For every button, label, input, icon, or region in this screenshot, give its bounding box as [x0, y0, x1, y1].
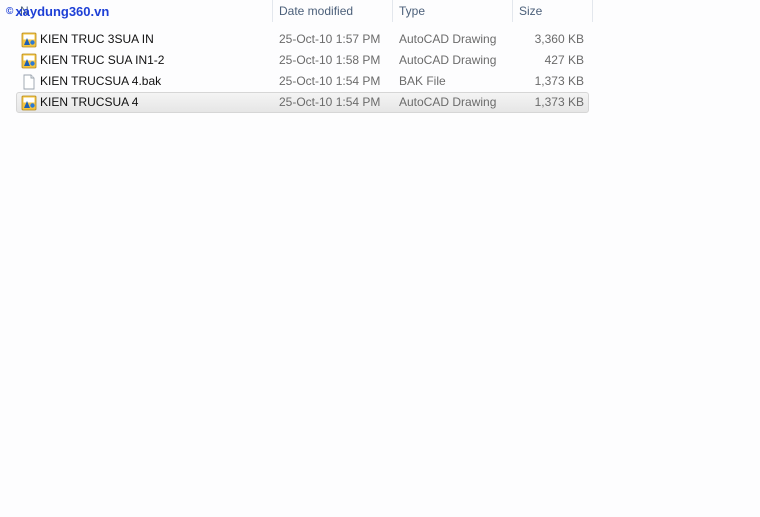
file-type: AutoCAD Drawing	[399, 95, 497, 109]
file-name: KIEN TRUC 3SUA IN	[40, 32, 154, 46]
date-column-label: Date modified	[279, 4, 354, 18]
blank-file-icon	[21, 74, 37, 90]
file-size: 427 KB	[544, 53, 584, 67]
watermark-text: xaydung360.vn	[15, 4, 110, 19]
autocad-icon	[21, 95, 37, 111]
file-name: KIEN TRUCSUA 4	[40, 95, 139, 109]
size-column-label: Size	[519, 4, 543, 18]
file-size: 1,373 KB	[534, 95, 584, 109]
column-divider[interactable]	[592, 0, 593, 22]
watermark: © xaydung360.vn	[6, 4, 109, 19]
file-list: KIEN TRUC 3SUA IN 25-Oct-10 1:57 PM AutoCA…	[16, 29, 589, 113]
file-row[interactable]: KIEN TRUC SUA IN1-2 25-Oct-10 1:58 PM Auto…	[16, 50, 589, 71]
file-name: KIEN TRUC SUA IN1-2	[40, 53, 165, 67]
file-date: 25-Oct-10 1:57 PM	[279, 32, 381, 46]
file-date: 25-Oct-10 1:54 PM	[279, 74, 381, 88]
column-header: N Date modified Type Size	[0, 0, 760, 24]
file-date: 25-Oct-10 1:58 PM	[279, 53, 381, 67]
file-type: AutoCAD Drawing	[399, 53, 497, 67]
file-type: AutoCAD Drawing	[399, 32, 497, 46]
copyright-symbol: ©	[6, 6, 14, 17]
file-size: 1,373 KB	[534, 74, 584, 88]
type-column-label: Type	[399, 4, 426, 18]
size-column-header[interactable]: Size	[513, 0, 592, 24]
file-size: 3,360 KB	[534, 32, 584, 46]
file-row[interactable]: KIEN TRUC 3SUA IN 25-Oct-10 1:57 PM AutoCA…	[16, 29, 589, 50]
type-column-header[interactable]: Type	[393, 0, 512, 24]
file-type: BAK File	[399, 74, 446, 88]
file-date: 25-Oct-10 1:54 PM	[279, 95, 381, 109]
autocad-icon	[21, 32, 37, 48]
file-row[interactable]: KIEN TRUCSUA 4.bak 25-Oct-10 1:54 PM BAK F…	[16, 71, 589, 92]
autocad-icon	[21, 53, 37, 69]
date-column-header[interactable]: Date modified	[273, 0, 392, 24]
file-row[interactable]: KIEN TRUCSUA 4 25-Oct-10 1:54 PM AutoCAD D…	[16, 92, 589, 113]
file-name: KIEN TRUCSUA 4.bak	[40, 74, 162, 88]
